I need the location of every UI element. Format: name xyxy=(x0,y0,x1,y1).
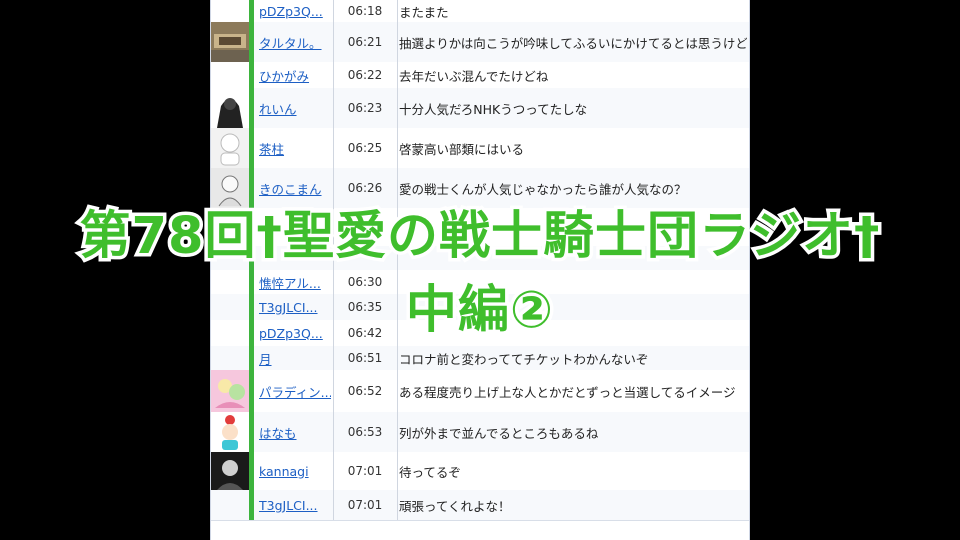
accent-bar xyxy=(249,128,254,168)
column-divider xyxy=(397,22,398,62)
comment-text: 啓蒙高い部類にはいる xyxy=(399,141,525,157)
column-divider xyxy=(397,452,398,490)
commenter-name-link[interactable]: れいん xyxy=(259,88,331,128)
accent-bar xyxy=(249,370,254,412)
column-divider xyxy=(333,412,334,452)
avatar xyxy=(211,22,249,62)
commenter-name-link[interactable]: kannagi xyxy=(259,452,331,490)
commenter-name-link[interactable]: はなも xyxy=(259,412,331,452)
comment-row: T3gJLCI... 07:01 頑張ってくれよな！ xyxy=(211,490,749,521)
comment-time: 06:23 xyxy=(347,101,383,115)
comment-row: kannagi 07:01 待ってるぞ xyxy=(211,452,749,491)
comment-text: 待ってるぞ xyxy=(399,464,461,480)
comment-time: 06:52 xyxy=(347,384,383,398)
accent-bar xyxy=(249,346,254,370)
comment-text: 列が外まで並んでるところもあるね xyxy=(399,425,599,441)
commenter-name-link[interactable]: タルタル。 xyxy=(259,22,331,62)
accent-bar xyxy=(249,490,254,520)
accent-bar xyxy=(249,412,254,452)
comment-time: 06:51 xyxy=(347,351,383,365)
column-divider xyxy=(333,452,334,490)
column-divider xyxy=(397,88,398,128)
commenter-name-link[interactable]: pDZp3Q... xyxy=(259,0,331,22)
avatar xyxy=(211,412,249,452)
commenter-name-link[interactable]: 茶柱 xyxy=(259,128,331,168)
comment-time: 07:01 xyxy=(347,498,383,512)
accent-bar xyxy=(249,0,254,22)
comment-row: パラディン... 06:52 ある程度売り上げ上な人とかだとずっと当選してるイメージ xyxy=(211,370,749,413)
accent-bar xyxy=(249,452,254,490)
column-divider xyxy=(333,128,334,168)
commenter-name-link[interactable]: T3gJLCI... xyxy=(259,490,331,520)
comment-time: 06:53 xyxy=(347,425,383,439)
avatar xyxy=(211,370,249,412)
comment-text: ある程度売り上げ上な人とかだとずっと当選してるイメージ xyxy=(399,384,736,400)
column-divider xyxy=(333,370,334,412)
comment-row: はなも 06:53 列が外まで並んでるところもあるね xyxy=(211,412,749,453)
column-divider xyxy=(397,128,398,168)
comment-time: 07:01 xyxy=(347,464,383,478)
avatar xyxy=(211,0,249,22)
column-divider xyxy=(333,88,334,128)
comment-row: 茶柱 06:25 啓蒙高い部類にはいる xyxy=(211,128,749,169)
column-divider xyxy=(397,62,398,88)
column-divider xyxy=(333,346,334,370)
avatar xyxy=(211,88,249,128)
column-divider xyxy=(333,62,334,88)
comment-text: 抽選よりかは向こうが吟味してふるいにかけてるとは思うけど xyxy=(399,35,747,51)
avatar xyxy=(211,128,249,168)
comment-text: 去年だいぶ混んでたけどね xyxy=(399,68,549,84)
column-divider xyxy=(397,412,398,452)
comment-row: 月 06:51 コロナ前と変わっててチケットわかんないぞ xyxy=(211,346,749,371)
avatar xyxy=(211,452,249,490)
column-divider xyxy=(333,0,334,22)
accent-bar xyxy=(249,88,254,128)
comment-time: 06:25 xyxy=(347,141,383,155)
accent-bar xyxy=(249,22,254,62)
comment-time: 06:21 xyxy=(347,35,383,49)
overlay-title-line1: 第78回†聖愛の戦士騎士団ラジオ† xyxy=(76,204,883,270)
comment-row: pDZp3Q... 06:18 またまた xyxy=(211,0,749,23)
comment-text: 頑張ってくれよな！ xyxy=(399,498,511,514)
comment-time: 06:18 xyxy=(347,4,383,18)
column-divider xyxy=(397,346,398,370)
comment-row: れいん 06:23 十分人気だろNHKうつってたしな xyxy=(211,88,749,129)
comment-time: 06:22 xyxy=(347,68,383,82)
commenter-name-link[interactable]: パラディン... xyxy=(259,370,331,412)
avatar xyxy=(211,346,249,370)
comment-row: タルタル。 06:21 抽選よりかは向こうが吟味してふるいにかけてるとは思うけど xyxy=(211,22,749,63)
comment-text: またまた xyxy=(399,4,449,20)
column-divider xyxy=(333,490,334,520)
column-divider xyxy=(397,490,398,520)
comment-text: 十分人気だろNHKうつってたしな xyxy=(399,101,588,117)
commenter-name-link[interactable]: ひかがみ xyxy=(259,62,331,88)
commenter-name-link[interactable]: 月 xyxy=(259,346,331,370)
comment-text: コロナ前と変わっててチケットわかんないぞ xyxy=(399,351,649,367)
overlay-title-line2: 中編② xyxy=(402,278,556,344)
column-divider xyxy=(397,370,398,412)
column-divider xyxy=(397,0,398,22)
avatar xyxy=(211,490,249,520)
comment-row: ひかがみ 06:22 去年だいぶ混んでたけどね xyxy=(211,62,749,89)
column-divider xyxy=(333,22,334,62)
avatar xyxy=(211,62,249,88)
accent-bar xyxy=(249,62,254,88)
